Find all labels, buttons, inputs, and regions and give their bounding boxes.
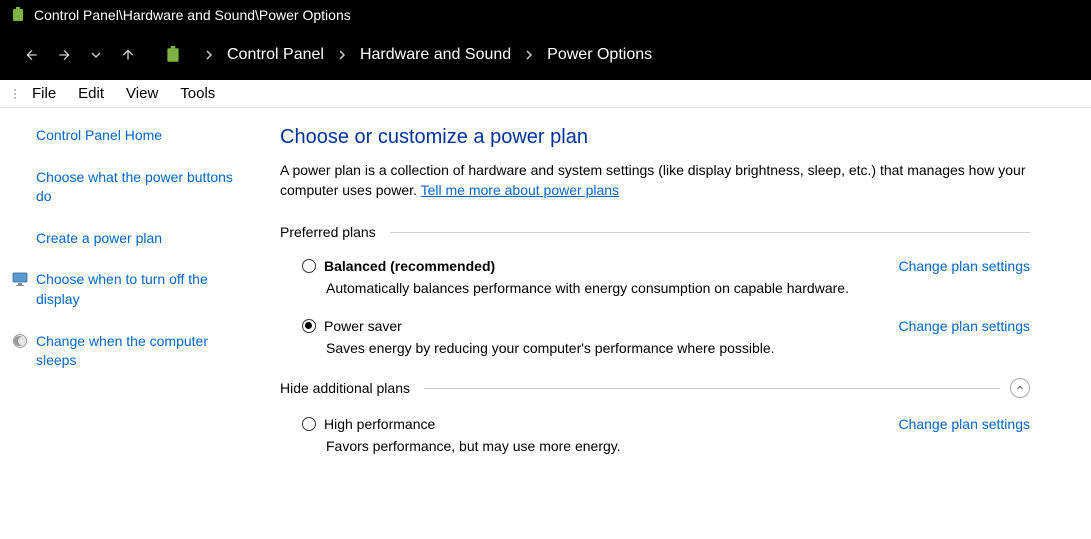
recent-dropdown[interactable]: [84, 43, 108, 67]
preferred-plans-header: Preferred plans: [280, 224, 1030, 240]
change-settings-link[interactable]: Change plan settings: [898, 416, 1030, 432]
sidebar-link-buttons[interactable]: Choose what the power buttons do: [36, 168, 252, 207]
main-content: Choose or customize a power plan A power…: [270, 126, 1090, 476]
menu-tools[interactable]: Tools: [170, 83, 225, 104]
section-label: Preferred plans: [280, 224, 376, 240]
battery-icon: [163, 45, 183, 65]
up-button[interactable]: [116, 43, 140, 67]
chevron-right-icon[interactable]: [205, 49, 213, 61]
plan-title[interactable]: Power saver: [324, 318, 402, 334]
plan-title[interactable]: High performance: [324, 416, 435, 432]
section-label[interactable]: Hide additional plans: [280, 380, 410, 396]
menu-file[interactable]: File: [22, 83, 66, 104]
sidebar-link-home[interactable]: Control Panel Home: [36, 126, 252, 146]
plan-balanced: Balanced (recommended) Automatically bal…: [280, 258, 1030, 296]
plan-description: Saves energy by reducing your computer's…: [326, 340, 878, 356]
navbar: Control Panel Hardware and Sound Power O…: [0, 30, 1091, 80]
titlebar: Control Panel\Hardware and Sound\Power O…: [0, 0, 1091, 30]
change-settings-link[interactable]: Change plan settings: [898, 318, 1030, 334]
plan-description: Favors performance, but may use more ene…: [326, 438, 878, 454]
menubar: File Edit View Tools: [0, 80, 1091, 108]
radio-balanced[interactable]: [302, 259, 316, 273]
sidebar-link-label: Change when the computer sleeps: [36, 333, 208, 369]
breadcrumb-item-0[interactable]: Control Panel: [223, 46, 328, 64]
forward-button[interactable]: [52, 43, 76, 67]
radio-high-performance[interactable]: [302, 417, 316, 431]
additional-plans-header: Hide additional plans: [280, 378, 1030, 398]
divider-line: [390, 232, 1030, 233]
battery-icon: [10, 7, 26, 23]
plan-title[interactable]: Balanced (recommended): [324, 258, 495, 274]
menu-view[interactable]: View: [116, 83, 168, 104]
moon-icon: [12, 333, 28, 349]
sidebar-link-display-off[interactable]: Choose when to turn off the display: [36, 270, 252, 309]
menu-edit[interactable]: Edit: [68, 83, 114, 104]
more-info-link[interactable]: Tell me more about power plans: [421, 182, 619, 198]
breadcrumb: Control Panel Hardware and Sound Power O…: [163, 45, 656, 65]
change-settings-link[interactable]: Change plan settings: [898, 258, 1030, 274]
radio-power-saver[interactable]: [302, 319, 316, 333]
sidebar: Control Panel Home Choose what the power…: [0, 126, 270, 476]
back-button[interactable]: [20, 43, 44, 67]
monitor-icon: [12, 271, 28, 287]
sidebar-link-label: Choose when to turn off the display: [36, 271, 208, 307]
sidebar-link-sleep[interactable]: Change when the computer sleeps: [36, 332, 252, 371]
plan-high-performance: High performance Favors performance, but…: [280, 416, 1030, 454]
breadcrumb-item-2[interactable]: Power Options: [543, 46, 656, 64]
plan-power-saver: Power saver Saves energy by reducing you…: [280, 318, 1030, 356]
divider-line: [424, 388, 1000, 389]
page-heading: Choose or customize a power plan: [280, 126, 1030, 149]
sidebar-link-create-plan[interactable]: Create a power plan: [36, 229, 252, 249]
page-description: A power plan is a collection of hardware…: [280, 161, 1030, 200]
chevron-right-icon[interactable]: [338, 49, 346, 61]
titlebar-path: Control Panel\Hardware and Sound\Power O…: [34, 7, 351, 23]
grip-icon: [14, 89, 16, 99]
chevron-right-icon[interactable]: [525, 49, 533, 61]
breadcrumb-item-1[interactable]: Hardware and Sound: [356, 46, 515, 64]
plan-description: Automatically balances performance with …: [326, 280, 878, 296]
collapse-button[interactable]: [1010, 378, 1030, 398]
